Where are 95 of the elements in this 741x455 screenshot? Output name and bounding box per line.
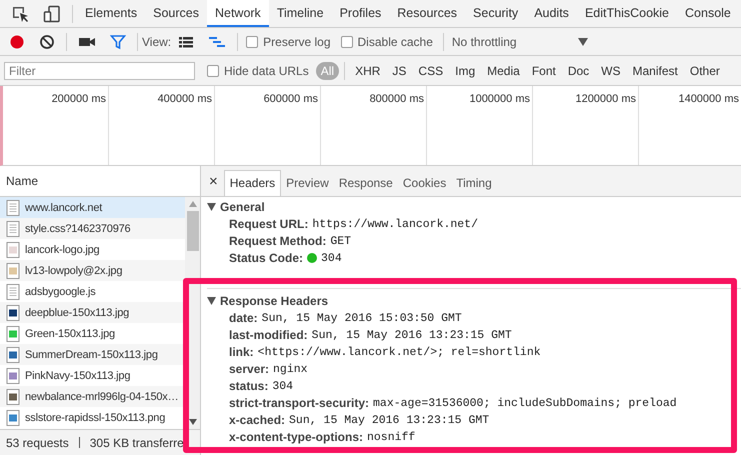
- type-filter[interactable]: Font: [526, 62, 561, 80]
- request-row[interactable]: style.css?1462370976: [0, 218, 185, 239]
- view-label: View:: [142, 34, 172, 48]
- checkbox[interactable]: [207, 64, 219, 76]
- panel-tab[interactable]: Profiles: [332, 0, 390, 27]
- scroll-up-icon[interactable]: [188, 201, 196, 207]
- header-name: status:: [229, 379, 268, 394]
- clear-icon[interactable]: [39, 34, 55, 50]
- device-icon[interactable]: [43, 4, 61, 22]
- header-name: strict-transport-security:: [229, 396, 370, 410]
- panel-tab[interactable]: Elements: [77, 0, 146, 27]
- header-name: last-modified:: [229, 328, 308, 342]
- tick-label: 1000000 ms: [469, 93, 530, 105]
- request-row[interactable]: Green-150x113.jpg: [0, 323, 185, 344]
- filter-icon[interactable]: [110, 34, 126, 50]
- request-row[interactable]: PinkNavy-150x113.jpg: [0, 365, 185, 386]
- panel-tab[interactable]: Resources: [389, 0, 466, 27]
- waterfall-icon[interactable]: [208, 34, 226, 48]
- detail-tab[interactable]: Response: [334, 170, 398, 196]
- request-row[interactable]: lancork-logo.jpg: [0, 239, 185, 260]
- type-filter[interactable]: Other: [684, 62, 725, 80]
- panel-tab[interactable]: Audits: [526, 0, 577, 27]
- type-filter[interactable]: CSS: [413, 62, 448, 80]
- tick-label: 400000 ms: [158, 93, 212, 105]
- request-row[interactable]: www.lancork.net: [0, 197, 185, 218]
- header-value: GET: [330, 234, 352, 248]
- checkbox-label: Disable cache: [358, 34, 433, 48]
- tick-label: 600000 ms: [264, 93, 318, 105]
- checkbox-label: Hide data URLs: [224, 64, 309, 78]
- checkbox-label: Preserve log: [263, 34, 331, 48]
- type-filter[interactable]: WS: [596, 62, 626, 80]
- header-value: max-age=31536000; includeSubDomains; preload: [373, 396, 677, 410]
- header-name: Request Method:: [229, 234, 326, 248]
- expand-triangle-icon: [207, 297, 216, 306]
- panel-tab[interactable]: Security: [465, 0, 526, 27]
- type-filter[interactable]: JS: [387, 62, 412, 80]
- tick-label: 800000 ms: [370, 93, 424, 105]
- header-value: 304: [272, 380, 294, 393]
- header-name: x-cached:: [229, 413, 286, 428]
- inspect-icon[interactable]: [11, 4, 29, 22]
- panel-tab[interactable]: Timeline: [268, 0, 332, 27]
- header-value: Sun, 15 May 2016 15:03:50 GMT: [262, 312, 462, 325]
- header-name: server:: [229, 362, 270, 376]
- detail-tab[interactable]: Preview: [281, 170, 334, 196]
- document-icon: [6, 284, 20, 300]
- request-row[interactable]: lv13-lowpoly@2x.jpg: [0, 260, 185, 281]
- header-value: 304: [321, 252, 342, 265]
- dropdown-arrow-icon: [578, 38, 588, 46]
- type-filter[interactable]: Doc: [562, 62, 594, 80]
- expand-triangle-icon: [207, 203, 216, 212]
- request-row[interactable]: newbalance-mrl996lg-04-150x…: [0, 386, 185, 407]
- section-header[interactable]: General: [207, 198, 741, 216]
- detail-tab[interactable]: Cookies: [398, 170, 452, 196]
- checkbox[interactable]: [340, 36, 353, 48]
- section-header[interactable]: Response Headers: [207, 292, 741, 310]
- tick-label: 1200000 ms: [575, 93, 636, 105]
- detail-tab[interactable]: Headers: [224, 170, 282, 196]
- type-filter[interactable]: Manifest: [628, 62, 683, 80]
- list-view-icon[interactable]: [178, 34, 194, 48]
- transfer-size: 305 KB transferre: [90, 436, 184, 450]
- type-filter[interactable]: Media: [482, 62, 525, 80]
- header-name: link:: [229, 345, 254, 360]
- header-value: Sun, 15 May 2016 13:23:15 GMT: [289, 414, 490, 427]
- header-name: date:: [229, 311, 258, 326]
- header-name: Status Code:: [229, 251, 304, 266]
- header-name: Request URL:: [229, 217, 308, 232]
- header-value: Sun, 15 May 2016 13:23:15 GMT: [312, 328, 512, 342]
- panel-tab[interactable]: Console: [677, 0, 739, 27]
- detail-tab[interactable]: Timing: [451, 170, 497, 196]
- scrollbar-thumb[interactable]: [186, 211, 198, 251]
- tick-label: 200000 ms: [52, 93, 106, 105]
- header-value: <https://www.lancork.net/>; rel=shortlink: [258, 346, 541, 359]
- document-icon: [6, 220, 20, 236]
- request-row[interactable]: sslstore-rapidssl-150x113.png: [0, 407, 185, 428]
- throttling-dropdown[interactable]: No throttling: [448, 34, 592, 48]
- header-value: nginx: [273, 362, 308, 376]
- header-value: https://www.lancork.net/: [312, 218, 478, 231]
- record-button[interactable]: [9, 34, 25, 50]
- request-row[interactable]: SummerDream-150x113.jpg: [0, 344, 185, 365]
- type-filter[interactable]: XHR: [350, 62, 386, 80]
- document-icon: [6, 200, 20, 216]
- panel-tab[interactable]: EditThisCookie: [576, 0, 678, 27]
- tick-label: 1400000 ms: [678, 93, 739, 105]
- scroll-down-icon[interactable]: [188, 419, 196, 425]
- header-name: x-content-type-options:: [229, 430, 363, 444]
- close-button[interactable]: ×: [205, 172, 224, 196]
- panel-tab[interactable]: Network: [206, 0, 269, 27]
- request-count: 53 requests: [6, 436, 69, 450]
- panel-tab[interactable]: Sources: [145, 0, 207, 27]
- checkbox[interactable]: [246, 36, 258, 48]
- type-filter[interactable]: Img: [450, 62, 480, 80]
- header-value: nosniff: [367, 430, 416, 444]
- filter-field[interactable]: Filter: [4, 62, 195, 80]
- request-row[interactable]: adsbygoogle.js: [0, 281, 185, 302]
- request-row[interactable]: deepblue-150x113.jpg: [0, 302, 185, 323]
